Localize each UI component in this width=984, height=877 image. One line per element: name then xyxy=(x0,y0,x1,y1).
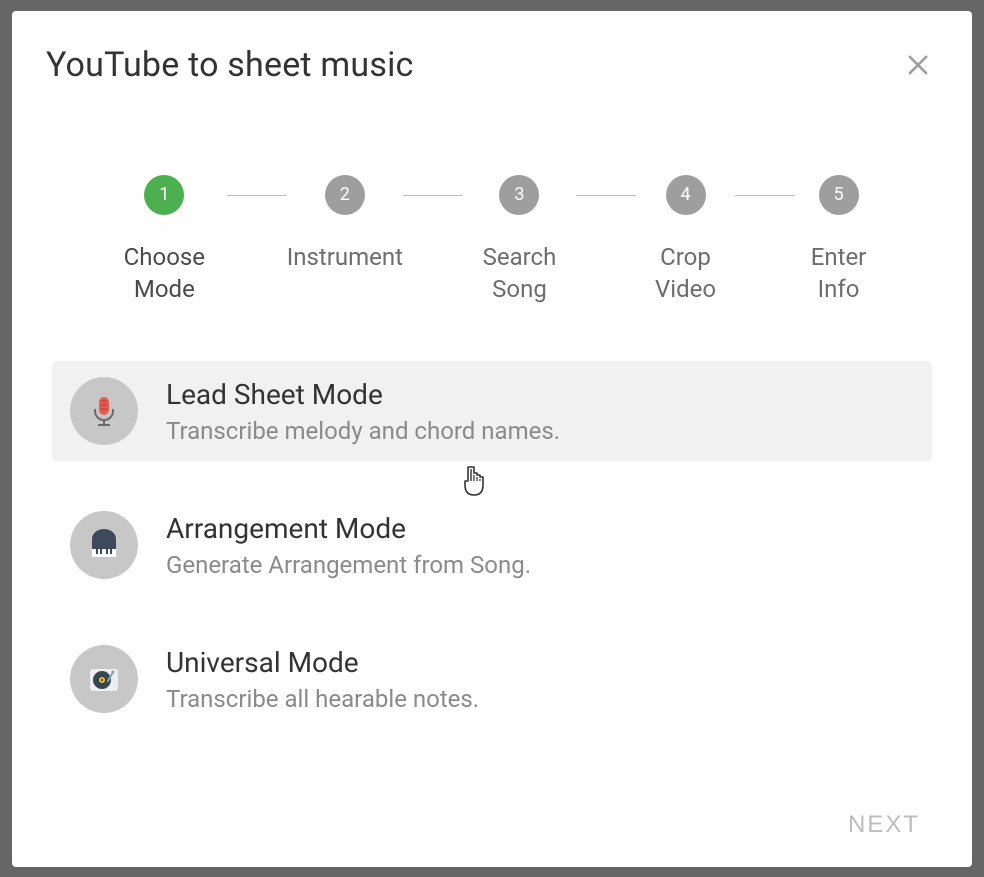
mode-options: Lead Sheet Mode Transcribe melody and ch… xyxy=(12,361,972,729)
option-title: Lead Sheet Mode xyxy=(166,378,560,411)
modal-header: YouTube to sheet music xyxy=(12,45,972,85)
option-text: Universal Mode Transcribe all hearable n… xyxy=(166,646,479,713)
option-description: Transcribe melody and chord names. xyxy=(166,417,560,445)
close-button[interactable] xyxy=(898,45,938,85)
step-connector xyxy=(227,195,287,196)
step-crop-video[interactable]: 4 Crop Video xyxy=(636,175,735,306)
option-title: Arrangement Mode xyxy=(166,512,531,545)
option-title: Universal Mode xyxy=(166,646,479,679)
step-label: Choose Mode xyxy=(102,241,227,306)
step-choose-mode[interactable]: 1 Choose Mode xyxy=(102,175,227,306)
step-circle: 5 xyxy=(819,175,859,215)
option-universal[interactable]: Universal Mode Transcribe all hearable n… xyxy=(52,629,932,729)
option-arrangement[interactable]: Arrangement Mode Generate Arrangement fr… xyxy=(52,495,932,595)
step-circle: 3 xyxy=(499,175,539,215)
step-circle: 4 xyxy=(666,175,706,215)
step-label: Enter Info xyxy=(795,241,882,306)
step-connector xyxy=(735,195,795,196)
stepper: 1 Choose Mode 2 Instrument 3 Search Song… xyxy=(12,175,972,306)
option-text: Arrangement Mode Generate Arrangement fr… xyxy=(166,512,531,579)
step-enter-info[interactable]: 5 Enter Info xyxy=(795,175,882,306)
step-label: Crop Video xyxy=(636,241,735,306)
step-search-song[interactable]: 3 Search Song xyxy=(463,175,576,306)
option-description: Transcribe all hearable notes. xyxy=(166,685,479,713)
piano-icon xyxy=(70,511,138,579)
step-circle: 1 xyxy=(144,175,184,215)
step-connector xyxy=(576,195,636,196)
modal-dialog: YouTube to sheet music 1 Choose Mode 2 I… xyxy=(12,11,972,867)
close-icon xyxy=(904,51,932,79)
turntable-icon xyxy=(70,645,138,713)
step-instrument[interactable]: 2 Instrument xyxy=(287,175,403,273)
option-description: Generate Arrangement from Song. xyxy=(166,551,531,579)
step-circle: 2 xyxy=(325,175,365,215)
option-lead-sheet[interactable]: Lead Sheet Mode Transcribe melody and ch… xyxy=(52,361,932,461)
modal-title: YouTube to sheet music xyxy=(46,45,414,85)
modal-footer: NEXT xyxy=(836,803,932,847)
step-label: Instrument xyxy=(287,241,403,273)
microphone-icon xyxy=(70,377,138,445)
next-button[interactable]: NEXT xyxy=(836,803,932,847)
step-connector xyxy=(403,195,463,196)
option-text: Lead Sheet Mode Transcribe melody and ch… xyxy=(166,378,560,445)
step-label: Search Song xyxy=(463,241,576,306)
